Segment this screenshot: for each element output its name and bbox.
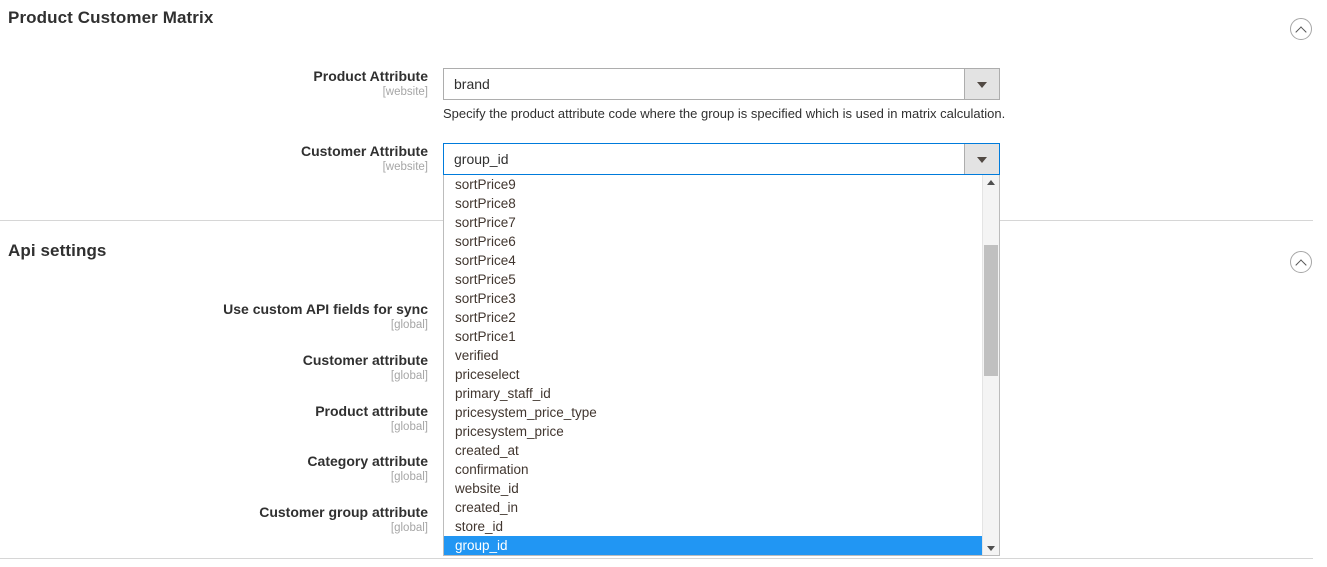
dropdown-option[interactable]: verified <box>444 346 999 365</box>
select-product-attribute-value: brand <box>454 76 490 92</box>
scrollbar-thumb[interactable] <box>984 245 998 376</box>
dropdown-option[interactable]: sortPrice2 <box>444 308 999 327</box>
field-label-text: Use custom API fields for sync <box>223 301 428 317</box>
dropdown-option[interactable]: confirmation <box>444 460 999 479</box>
label-customer-attribute: Customer Attribute [website] <box>8 143 428 175</box>
select-customer-attribute-value: group_id <box>454 151 509 167</box>
label-customer-attribute-api: Customer attribute [global] <box>8 352 428 384</box>
dropdown-option[interactable]: website_id <box>444 479 999 498</box>
dropdown-option[interactable]: pricesystem_price <box>444 422 999 441</box>
dropdown-option[interactable]: created_at <box>444 441 999 460</box>
field-label-text: Customer Attribute <box>300 143 428 159</box>
chevron-up-circle-icon[interactable] <box>1290 18 1312 40</box>
field-label-text: Customer attribute <box>302 352 428 368</box>
field-scope-text: [global] <box>390 370 428 382</box>
dropdown-option[interactable]: pricesystem_price_type <box>444 403 999 422</box>
dropdown-option-list: sortPrice9 sortPrice8 sortPrice7 sortPrice6… <box>444 175 999 555</box>
dropdown-customer-attribute-options[interactable]: sortPrice9 sortPrice8 sortPrice7 sortPrice6… <box>443 175 1000 556</box>
field-scope-text: [website] <box>382 161 428 173</box>
section-title-api-settings: Api settings <box>8 241 107 260</box>
dropdown-option[interactable]: sortPrice8 <box>444 194 999 213</box>
dropdown-option[interactable]: sortPrice9 <box>444 175 999 194</box>
dropdown-option[interactable]: created_in <box>444 498 999 517</box>
label-customer-group-attribute-api: Customer group attribute [global] <box>8 504 428 536</box>
label-use-custom-api-fields-for-sync: Use custom API fields for sync [global] <box>8 301 428 333</box>
dropdown-option[interactable]: primary_staff_id <box>444 384 999 403</box>
field-scope-text: [global] <box>390 522 428 534</box>
select-product-attribute[interactable]: brand <box>443 68 1000 100</box>
field-label-text: Product attribute <box>315 403 428 419</box>
field-label-text: Customer group attribute <box>259 504 428 520</box>
dropdown-scrollbar[interactable] <box>982 175 999 555</box>
field-scope-text: [global] <box>390 319 428 331</box>
label-category-attribute-api: Category attribute [global] <box>8 453 428 485</box>
label-product-attribute-api: Product attribute [global] <box>8 403 428 435</box>
field-scope-text: [global] <box>390 471 428 483</box>
dropdown-option[interactable]: priceselect <box>444 365 999 384</box>
dropdown-option[interactable]: sortPrice7 <box>444 213 999 232</box>
dropdown-option[interactable]: sortPrice4 <box>444 251 999 270</box>
triangle-up-icon[interactable] <box>983 175 999 191</box>
dropdown-option[interactable]: sortPrice6 <box>444 232 999 251</box>
hint-product-attribute: Specify the product attribute code where… <box>443 106 1006 121</box>
label-product-attribute: Product Attribute [website] <box>8 68 428 100</box>
dropdown-option[interactable]: store_id <box>444 517 999 536</box>
dropdown-option[interactable]: sortPrice3 <box>444 289 999 308</box>
dropdown-option[interactable]: sortPrice1 <box>444 327 999 346</box>
section-divider-bottom <box>0 558 1313 559</box>
dropdown-option[interactable]: sortPrice5 <box>444 270 999 289</box>
chevron-down-icon[interactable] <box>964 69 999 99</box>
section-header-product-customer-matrix[interactable]: Product Customer Matrix <box>0 8 1327 48</box>
field-scope-text: [website] <box>382 86 428 98</box>
select-customer-attribute[interactable]: group_id <box>443 143 1000 175</box>
dropdown-option[interactable]: group_id <box>444 536 999 555</box>
chevron-down-icon[interactable] <box>964 144 999 174</box>
page-title: Product Customer Matrix <box>8 8 214 27</box>
field-label-text: Product Attribute <box>313 68 428 84</box>
triangle-down-icon[interactable] <box>983 540 999 555</box>
field-label-text: Category attribute <box>307 453 428 469</box>
chevron-up-circle-icon[interactable] <box>1290 251 1312 273</box>
field-scope-text: [global] <box>390 421 428 433</box>
